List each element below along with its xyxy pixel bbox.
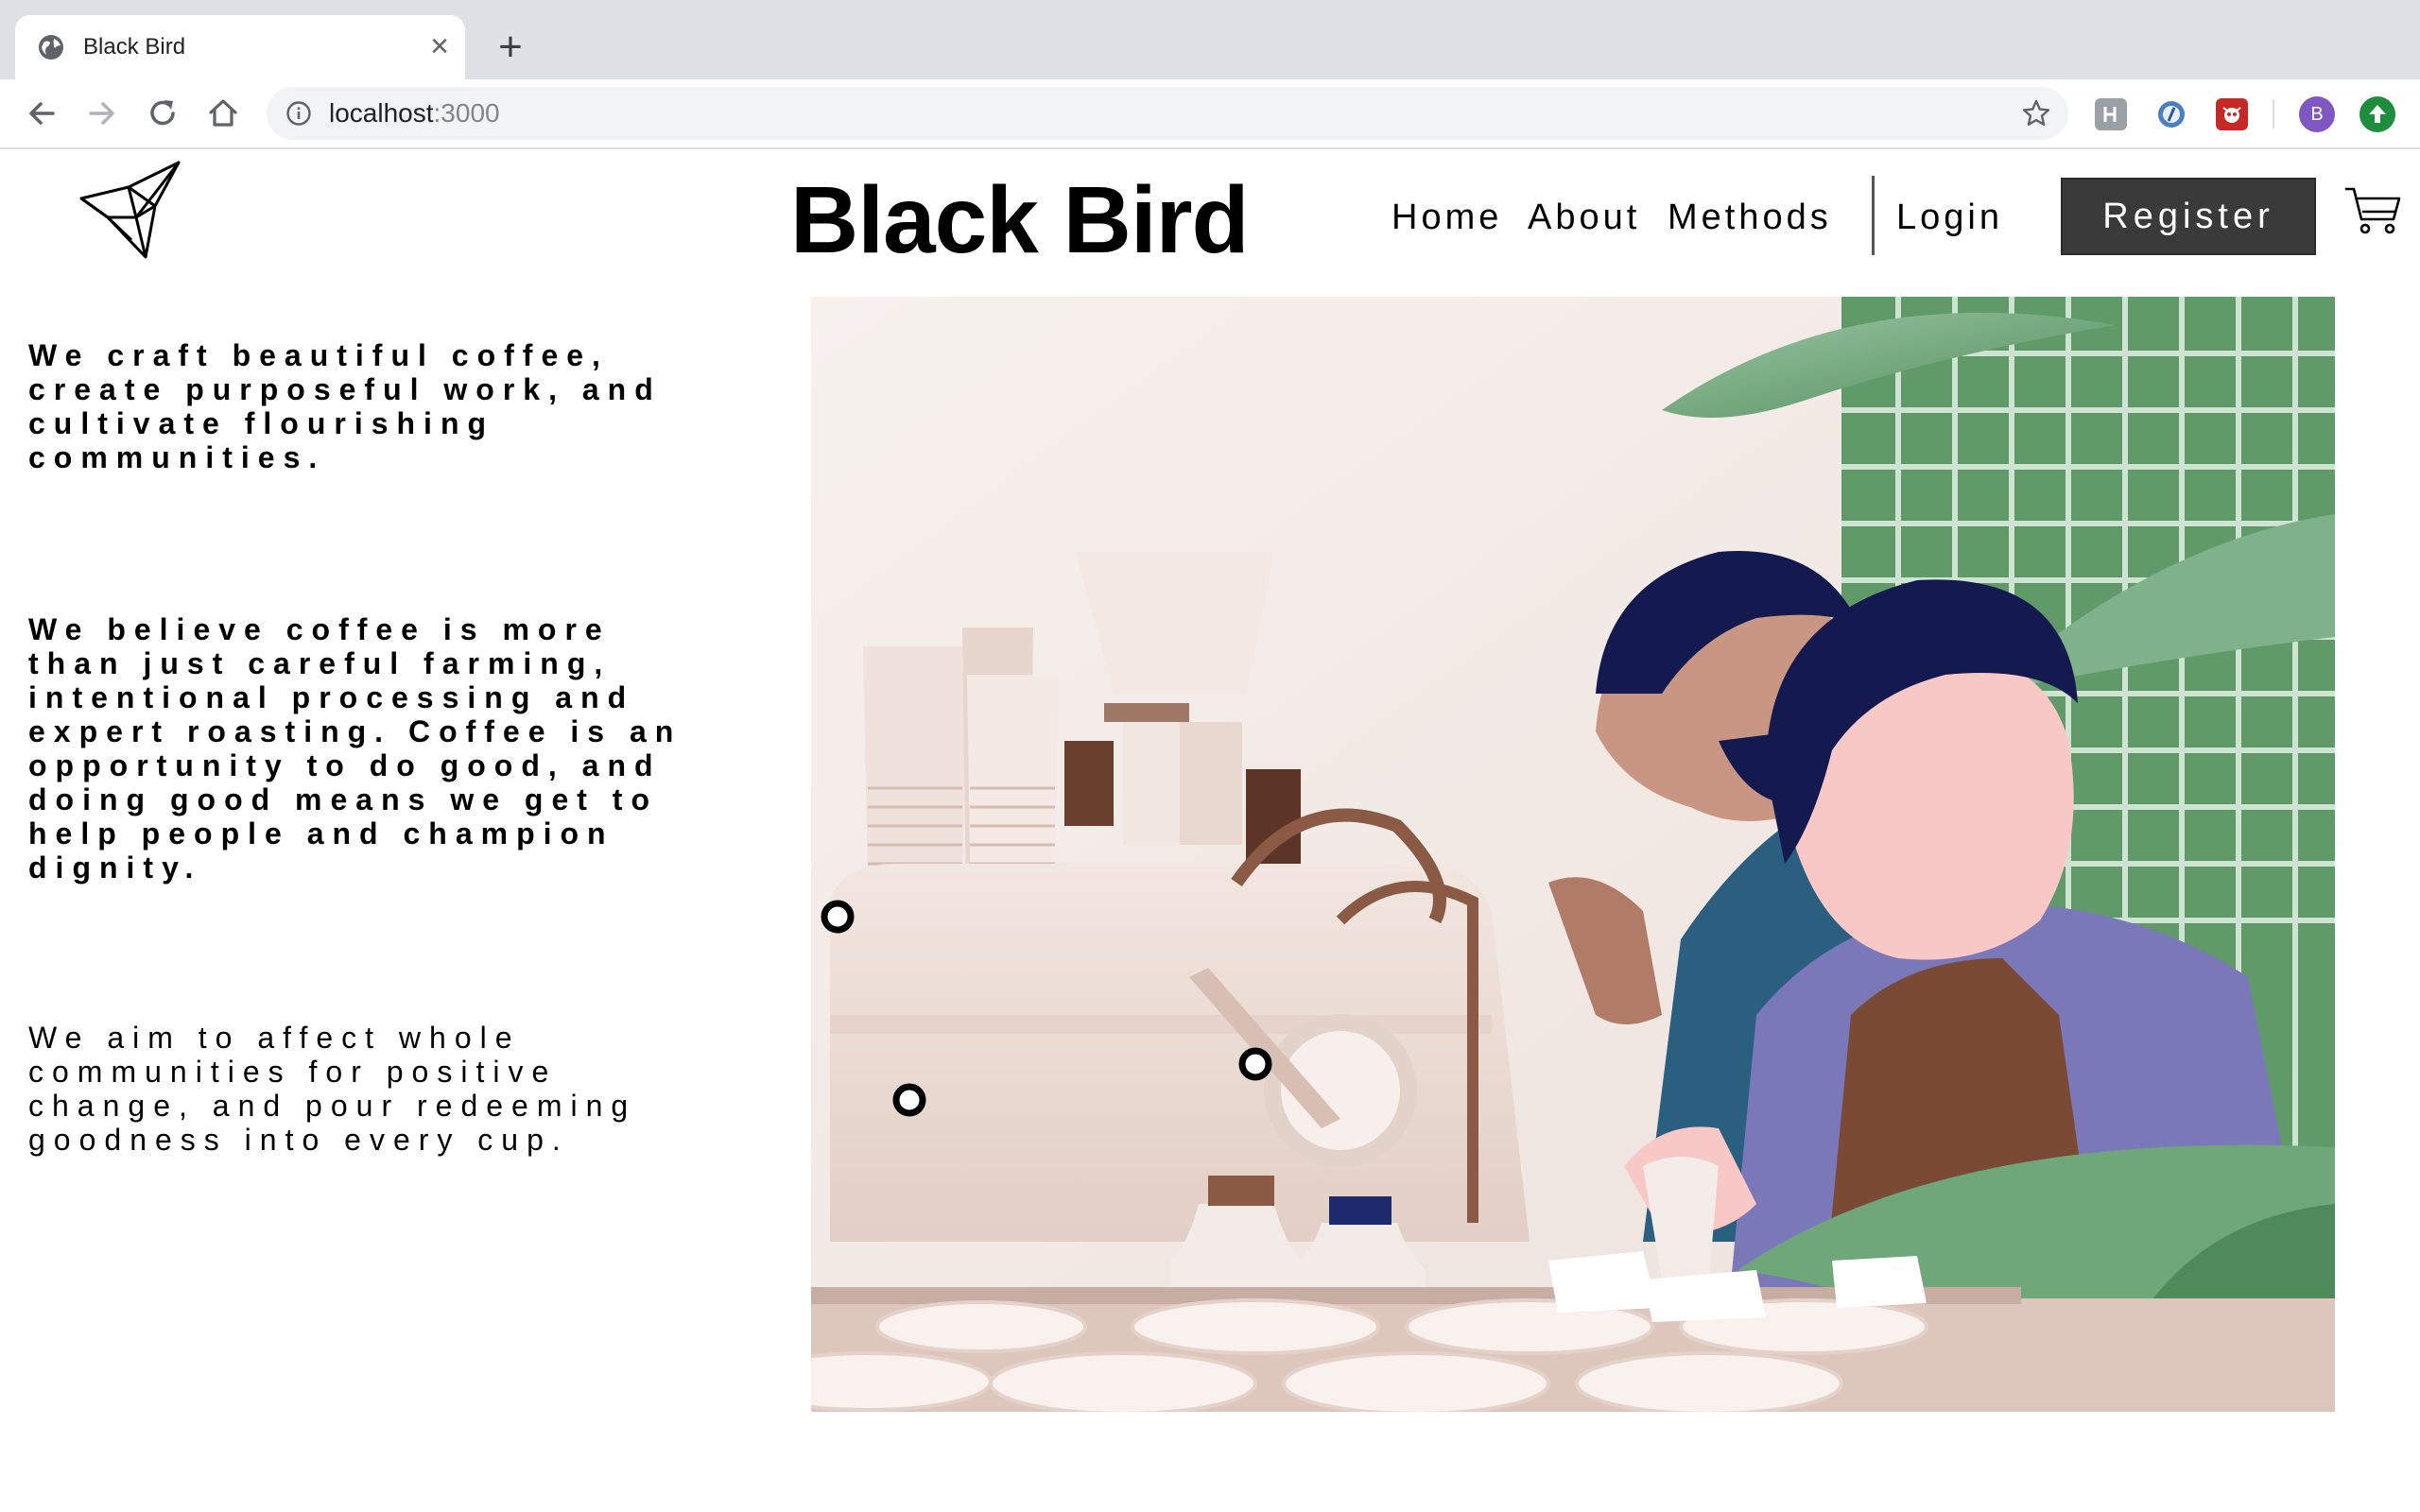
nav-home[interactable]: Home (1392, 197, 1502, 238)
extension-icon[interactable] (2216, 98, 2248, 130)
origami-bird-logo[interactable] (79, 161, 183, 259)
browser-toolbar: localhost:3000 B (0, 79, 2420, 149)
intro-paragraph-3: We aim to affect whole communities for p… (28, 1021, 637, 1157)
back-arrow-icon[interactable] (23, 94, 60, 132)
nav-login[interactable]: Login (1896, 197, 2003, 238)
extension-icon[interactable] (2095, 98, 2127, 130)
close-icon[interactable]: × (425, 30, 454, 62)
nav-methods[interactable]: Methods (1668, 197, 1832, 238)
extension-icon[interactable] (2155, 98, 2187, 130)
register-button[interactable]: Register (2061, 178, 2316, 255)
compass-icon (2158, 101, 2185, 128)
browser-tabstrip: Black Bird × + (0, 0, 2420, 79)
url-port: :3000 (433, 98, 500, 128)
extension-glyph-icon (2103, 107, 2117, 122)
globe-icon (39, 35, 63, 60)
site-title: Black Bird (790, 167, 1250, 273)
reload-icon[interactable] (144, 94, 182, 132)
intro-paragraph-2: We believe coffee is more than just care… (28, 612, 683, 885)
address-bar[interactable]: localhost:3000 (267, 87, 2068, 140)
toolbar-divider (2273, 100, 2274, 129)
page: Black Bird Home About Methods Login Regi… (0, 149, 2420, 1512)
profile-avatar[interactable]: B (2299, 96, 2335, 132)
nav-divider (1872, 176, 1875, 255)
browser-tab[interactable]: Black Bird × (15, 15, 465, 79)
update-icon[interactable] (2360, 96, 2395, 132)
home-icon[interactable] (204, 94, 242, 132)
url-text[interactable]: localhost:3000 (329, 98, 500, 129)
hero-illustration (811, 297, 2335, 1412)
nav-about[interactable]: About (1528, 197, 1640, 238)
info-icon[interactable] (285, 100, 312, 127)
up-arrow-icon (2369, 105, 2386, 123)
intro-paragraph-1: We craft beautiful coffee, create purpos… (28, 338, 662, 474)
bug-icon (2222, 107, 2241, 123)
url-host: localhost (329, 98, 434, 128)
forward-arrow-icon[interactable] (83, 94, 121, 132)
cart-icon[interactable] (2344, 185, 2401, 236)
star-icon[interactable] (2021, 98, 2051, 129)
tab-title: Black Bird (83, 34, 186, 60)
plus-icon[interactable]: + (490, 26, 531, 70)
